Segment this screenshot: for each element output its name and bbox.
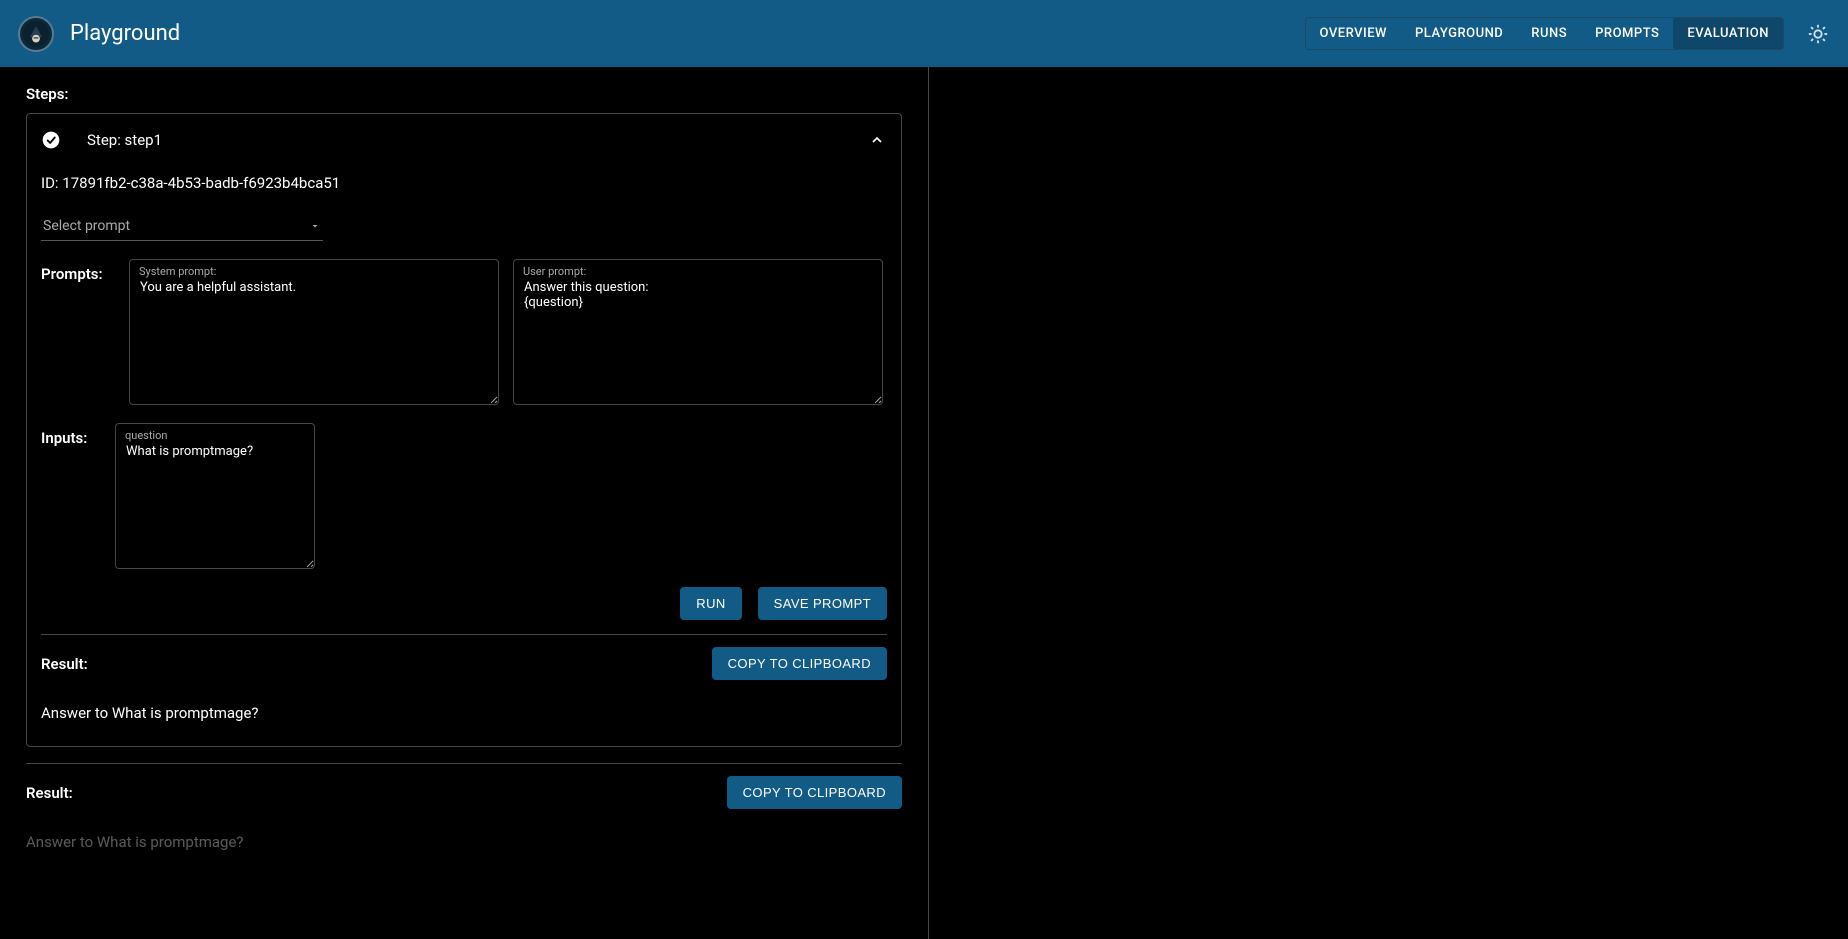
nav-tabs: OVERVIEW PLAYGROUND RUNS PROMPTS EVALUAT… [1305,17,1784,50]
system-prompt-input[interactable] [129,259,499,405]
header-right: OVERVIEW PLAYGROUND RUNS PROMPTS EVALUAT… [1305,17,1830,50]
page-title: Playground [70,21,180,46]
step-body: ID: 17891fb2-c38a-4b53-badb-f6923b4bca51… [41,160,887,722]
theme-toggle[interactable] [1806,22,1830,46]
select-prompt-dropdown[interactable]: Select prompt [41,212,323,241]
outer-result-text: Answer to What is promptmage? [26,833,902,851]
step-actions: RUN SAVE PROMPT [41,587,887,620]
check-circle-icon [41,130,61,150]
steps-label: Steps: [26,85,902,103]
outer-result-header: Result: COPY TO CLIPBOARD [26,776,902,809]
outer-result-label: Result: [26,784,73,802]
run-button[interactable]: RUN [680,587,741,620]
input-question-wrap: question [115,423,315,573]
nav-runs[interactable]: RUNS [1517,18,1581,49]
inputs-label: Inputs: [41,423,101,447]
dropdown-caret-icon [309,220,321,232]
user-prompt-input[interactable] [513,259,883,405]
outer-divider [26,763,902,764]
copy-step-result-button[interactable]: COPY TO CLIPBOARD [712,647,887,680]
sun-icon [1807,23,1829,45]
header-left: Playground [18,16,180,52]
app-logo [18,16,54,52]
save-prompt-button[interactable]: SAVE PROMPT [758,587,887,620]
nav-prompts[interactable]: PROMPTS [1581,18,1673,49]
right-pane [928,67,1848,939]
body: Steps: Step: step1 ID: 17891fb2-c38a- [0,67,1848,939]
user-prompt-wrap: User prompt: [513,259,883,409]
app-header: Playground OVERVIEW PLAYGROUND RUNS PROM… [0,0,1848,67]
step-result-label: Result: [41,655,88,673]
copy-outer-result-button[interactable]: COPY TO CLIPBOARD [727,776,902,809]
inputs-row: Inputs: question [41,423,887,573]
step-result-header: Result: COPY TO CLIPBOARD [41,647,887,680]
system-prompt-wrap: System prompt: [129,259,499,409]
nav-evaluation[interactable]: EVALUATION [1673,18,1783,49]
prompts-row: Prompts: System prompt: User prompt: [41,259,887,409]
left-pane: Steps: Step: step1 ID: 17891fb2-c38a- [0,67,928,939]
step-header[interactable]: Step: step1 [41,128,887,160]
step-result-text: Answer to What is promptmage? [41,704,887,722]
divider [41,634,887,635]
select-prompt-placeholder: Select prompt [43,218,130,234]
step-title: Step: step1 [75,131,853,149]
nav-overview[interactable]: OVERVIEW [1306,18,1401,49]
wizard-icon [22,20,50,48]
step-card: Step: step1 ID: 17891fb2-c38a-4b53-badb-… [26,113,902,747]
chevron-up-icon [867,130,887,150]
nav-playground[interactable]: PLAYGROUND [1401,18,1517,49]
input-question-field[interactable] [115,423,315,569]
prompts-label: Prompts: [41,259,115,283]
step-id: ID: 17891fb2-c38a-4b53-badb-f6923b4bca51 [41,174,887,192]
